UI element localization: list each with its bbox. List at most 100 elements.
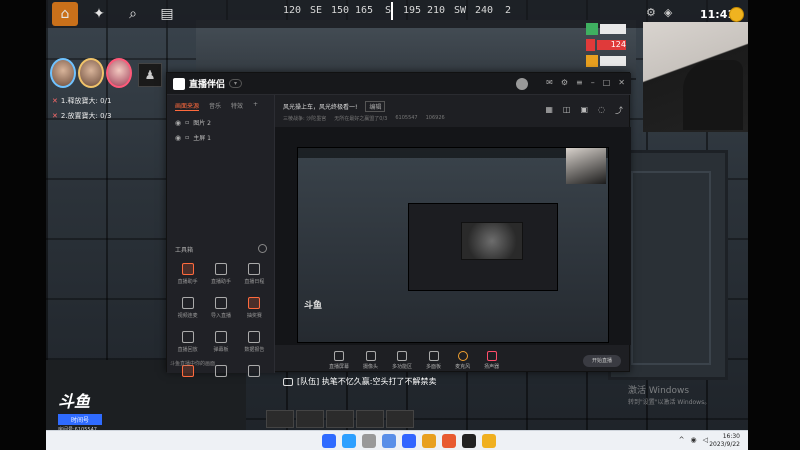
weapon-slots	[266, 410, 414, 428]
settings-icon[interactable]: ⚙	[561, 78, 568, 87]
tool-item[interactable]	[238, 365, 271, 380]
taskbar-app-icon[interactable]	[402, 434, 416, 448]
home-icon[interactable]: ⌂	[52, 2, 78, 26]
camera-button[interactable]: 摄像头	[363, 350, 378, 370]
taskbar-app-icon[interactable]	[382, 434, 396, 448]
weapon-slot[interactable]	[296, 410, 324, 428]
search-icon[interactable]: ⌕	[120, 2, 146, 26]
start-icon[interactable]	[322, 434, 336, 448]
weapon-slot[interactable]	[386, 410, 414, 428]
tool-item[interactable]: 导入直播	[204, 297, 237, 319]
tab-effects[interactable]: 特效	[231, 101, 243, 111]
viewer-count: 106926	[425, 115, 445, 121]
taskbar-app-icon[interactable]	[482, 434, 496, 448]
tool-item[interactable]: 弹幕板	[204, 331, 237, 353]
notify-icon[interactable]: ◌	[598, 105, 605, 116]
microphone-button[interactable]: 麦克风	[455, 350, 470, 370]
network-icon[interactable]: ◉	[691, 436, 697, 444]
teammate-avatar[interactable]	[106, 58, 132, 88]
add-source-icon[interactable]: +	[253, 101, 258, 111]
gift-icon[interactable]: ✦	[86, 2, 112, 26]
multi-panel-button[interactable]: 多面板	[426, 350, 442, 370]
minimize-icon[interactable]: –	[591, 78, 595, 87]
source-layer[interactable]: ◉ ▫ 主屏 1	[167, 130, 274, 145]
tool-icon	[214, 365, 227, 377]
taskbar-app-icon[interactable]	[362, 434, 376, 448]
screenshot-icon[interactable]: ▣	[580, 105, 588, 116]
tool-item[interactable]: 抽奖赛	[238, 297, 271, 319]
preview-webcam	[566, 148, 606, 184]
stream-preview[interactable]: 斗鱼	[275, 127, 631, 345]
message-icon[interactable]: ✉	[546, 78, 553, 87]
taskbar-app-icon[interactable]	[462, 434, 476, 448]
chevron-up-icon[interactable]: ^	[679, 436, 685, 444]
tool-label: 直播助手	[210, 279, 231, 285]
taskbar-clock[interactable]: 16:30 2023/9/22	[709, 433, 740, 449]
tool-icon	[248, 263, 261, 275]
tool-item[interactable]	[171, 365, 204, 380]
stream-category[interactable]: 三棱战争: 沙陀墨宫	[283, 115, 326, 122]
tool-item[interactable]: 视频连麦	[171, 297, 204, 319]
eye-icon[interactable]: ◉	[175, 119, 181, 127]
tool-item[interactable]: 直播回放	[171, 331, 204, 353]
app-logo: 直播伴侣 ▾	[173, 77, 243, 90]
volume-icon[interactable]: ◁	[703, 436, 708, 444]
fail-icon: ✕	[52, 97, 58, 105]
control-label: 多面板	[426, 363, 442, 370]
weapon-slot[interactable]	[266, 410, 294, 428]
multi-area-button[interactable]: 多功能区	[392, 350, 412, 370]
stream-title: 风光操上车，风光终极看一!	[283, 104, 358, 111]
live-badge[interactable]: ▾	[229, 79, 243, 88]
compass-tick: 210	[426, 5, 446, 16]
tool-item[interactable]: 直播日程	[238, 263, 271, 285]
teammate-avatar[interactable]	[50, 58, 76, 88]
taskbar-time: 16:30	[722, 433, 740, 440]
screen-share-button[interactable]: 直播屏幕	[329, 350, 349, 370]
share-icon[interactable]: ⤴	[615, 105, 623, 116]
tab-music[interactable]: 音乐	[209, 101, 221, 111]
screen: ⌂ ✦ ⌕ ▤ 120 SE 150 165 S 195 210 SW 240 …	[0, 0, 800, 450]
compass-tick: 240	[474, 5, 494, 16]
tab-sources[interactable]: 画面来源	[175, 101, 200, 111]
taskbar-date: 2023/9/22	[709, 441, 740, 448]
eye-icon[interactable]: ◉	[175, 134, 181, 142]
tool-item[interactable]	[204, 365, 237, 380]
lock-icon[interactable]: ▫	[185, 119, 189, 126]
taskbar-app-icon[interactable]	[422, 434, 436, 448]
mission-label: 2.放置寶大: 0/3	[60, 112, 112, 120]
stat-bar: 124	[596, 40, 626, 50]
layer-label: 图片 2	[193, 120, 211, 127]
tool-item[interactable]: 数据报告	[238, 331, 271, 353]
coin-icon[interactable]	[729, 7, 744, 22]
go-live-button[interactable]: 开始直播	[583, 355, 621, 367]
preview-hud	[298, 148, 608, 158]
toolbox-settings-icon[interactable]	[258, 244, 267, 253]
tool-label: 视频连麦	[177, 313, 198, 319]
toolbox-title: 工具箱	[175, 247, 194, 254]
menu-icon[interactable]: ≡	[576, 78, 583, 87]
tool-item[interactable]: 直播助手	[204, 263, 237, 285]
fail-icon: ✕	[52, 112, 58, 120]
control-label: 扬声器	[484, 363, 500, 370]
edit-title-button[interactable]: 编辑	[365, 101, 386, 112]
chat-text: [队伍] 执笔不忆久赢:空头打了不解禁卖	[297, 377, 437, 386]
watermark-subtitle: 转到"设置"以激活 Windows。	[628, 399, 711, 406]
compass-tick: 165	[354, 5, 374, 16]
weapon-slot[interactable]	[326, 410, 354, 428]
taskbar-app-icon[interactable]	[342, 434, 356, 448]
tool-item[interactable]: 直播助手	[171, 263, 204, 285]
source-layer[interactable]: ◉ ▫ 图片 2	[167, 115, 274, 130]
lock-icon[interactable]: ◫	[563, 105, 571, 116]
weapon-slot[interactable]	[356, 410, 384, 428]
layout-icon[interactable]: ▦	[545, 105, 553, 116]
book-icon[interactable]: ▤	[154, 2, 180, 26]
close-icon[interactable]: ✕	[618, 78, 625, 87]
maximize-icon[interactable]: □	[603, 78, 611, 87]
tool-icon	[181, 263, 194, 275]
lock-icon[interactable]: ▫	[185, 134, 189, 141]
add-friend-icon[interactable]: ♟	[138, 63, 162, 87]
speaker-button[interactable]: 扬声器	[484, 350, 500, 370]
user-avatar[interactable]	[516, 78, 528, 90]
teammate-avatar[interactable]	[78, 58, 104, 88]
taskbar-app-icon[interactable]	[442, 434, 456, 448]
